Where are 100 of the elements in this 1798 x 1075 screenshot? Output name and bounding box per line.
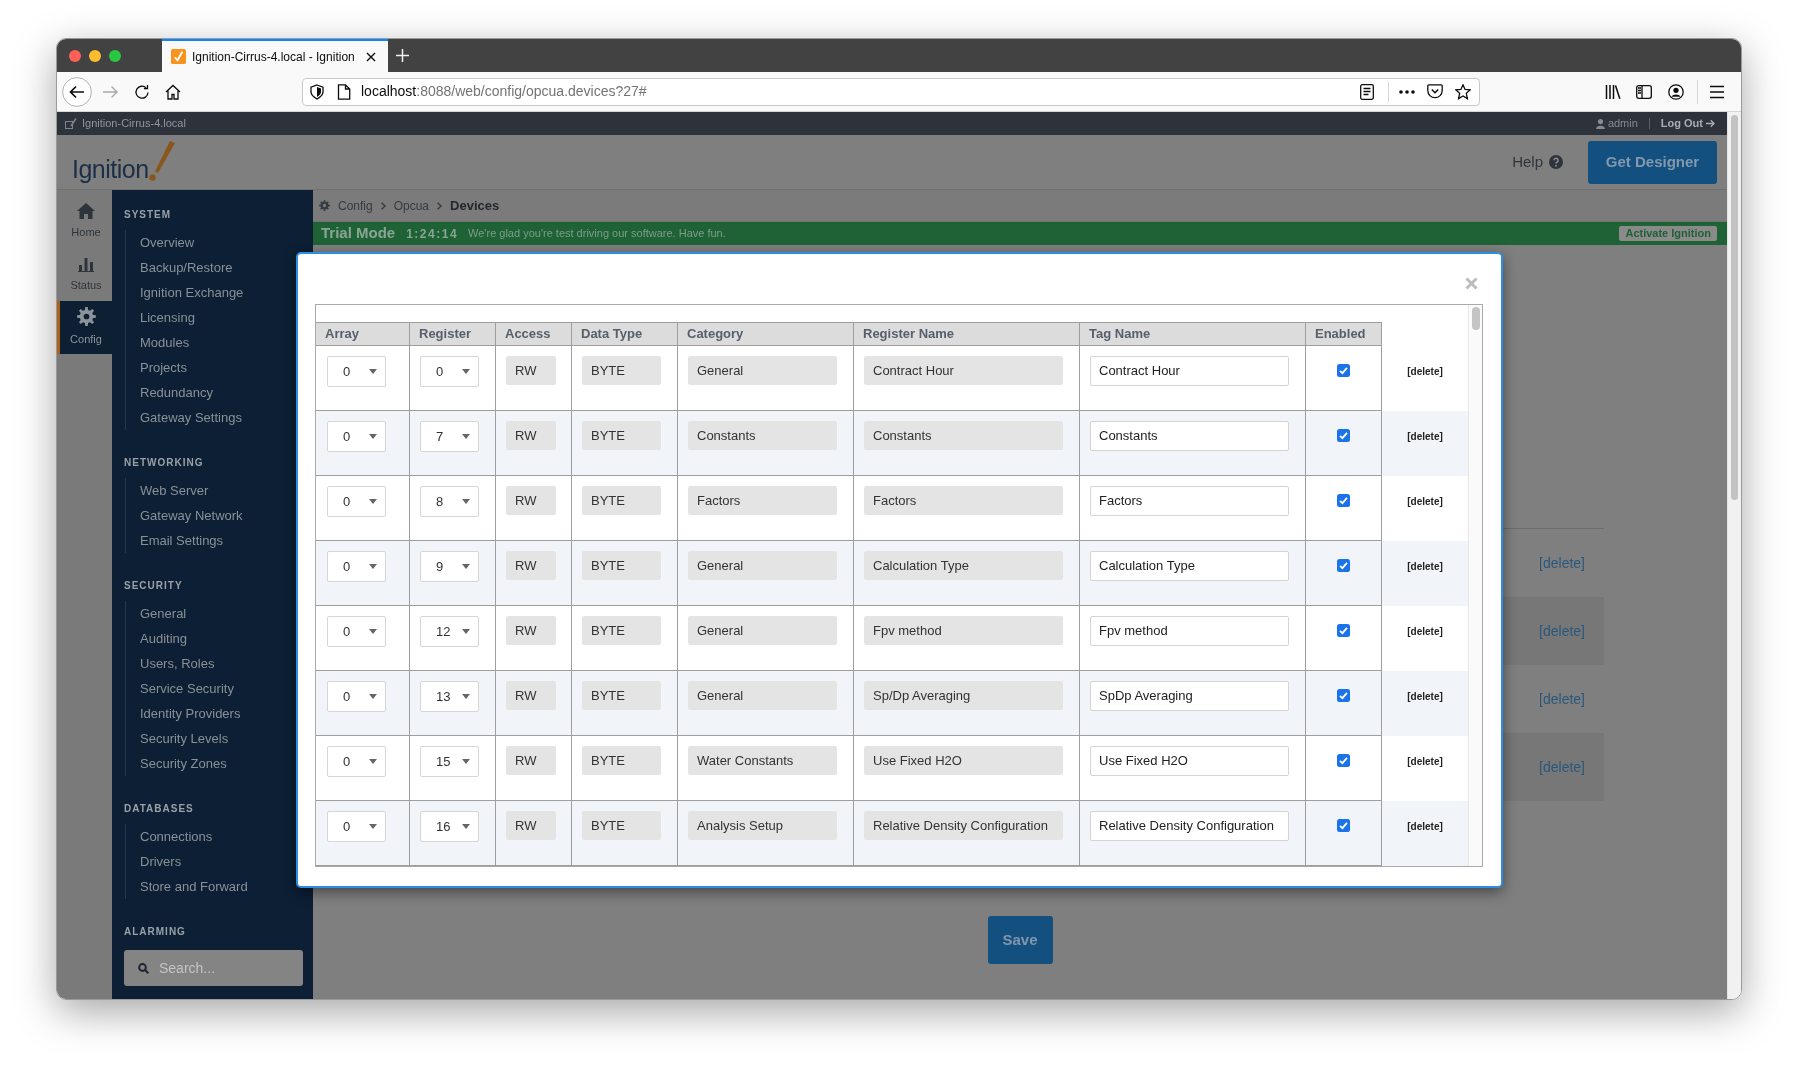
enabled-checkbox[interactable] (1337, 754, 1350, 767)
books-icon[interactable] (1605, 83, 1621, 100)
plus-icon[interactable] (396, 49, 409, 62)
category-field: Water Constants (688, 746, 837, 775)
data-type-field: BYTE (582, 746, 661, 775)
nav-rail-item[interactable]: Config (57, 301, 112, 354)
enabled-checkbox[interactable] (1337, 559, 1350, 572)
chevron-right-icon (437, 201, 443, 210)
url-field[interactable]: localhost:8088/web/config/opcua.devices?27# (302, 77, 1480, 106)
window-close-icon[interactable] (69, 49, 81, 62)
caret-icon (462, 564, 470, 569)
reload-icon[interactable] (134, 83, 150, 100)
star-icon[interactable] (1455, 83, 1471, 100)
caret-icon (462, 369, 470, 374)
enabled-checkbox[interactable] (1337, 494, 1350, 507)
register-name-field: Relative Density Configuration (864, 811, 1063, 840)
column-header: Data Type (572, 322, 678, 346)
array-select[interactable]: 0 (327, 486, 386, 517)
caret-icon (369, 759, 377, 764)
close-icon[interactable] (366, 51, 376, 62)
back-icon[interactable] (62, 76, 92, 107)
column-header: Access (496, 322, 572, 346)
tag-name-field[interactable]: Relative Density Configuration (1090, 811, 1289, 841)
delete-link[interactable]: [delete] (1407, 688, 1443, 704)
get-designer-button[interactable]: Get Designer (1588, 140, 1717, 184)
delete-link[interactable]: [delete] (1407, 818, 1443, 834)
home-icon[interactable] (165, 83, 181, 100)
save-button[interactable]: Save (987, 916, 1053, 964)
breadcrumb-item[interactable]: Devices (450, 195, 500, 216)
caret-icon (369, 564, 377, 569)
array-select[interactable]: 0 (327, 746, 386, 777)
breadcrumb-item[interactable]: Opcua (393, 196, 430, 215)
enabled-checkbox[interactable] (1337, 364, 1350, 377)
caret-icon (462, 759, 470, 764)
register-select[interactable]: 15 (420, 746, 479, 777)
breadcrumb-item[interactable]: Config (338, 196, 373, 215)
tag-name-field[interactable]: Use Fixed H2O (1090, 746, 1289, 776)
search-icon (138, 962, 149, 974)
window-minimize-icon[interactable] (89, 49, 101, 62)
reader-icon[interactable] (1360, 83, 1374, 100)
delete-link[interactable]: [delete] (1407, 363, 1443, 379)
menu-icon[interactable] (1709, 84, 1725, 99)
data-type-field: BYTE (582, 486, 661, 515)
enabled-checkbox[interactable] (1337, 819, 1350, 832)
tag-name-field[interactable]: Contract Hour (1090, 356, 1289, 386)
scrollbar-thumb[interactable] (1731, 115, 1738, 500)
logout-link[interactable]: Log Out (1660, 115, 1715, 132)
more-icon[interactable] (1399, 89, 1415, 94)
page-icon[interactable] (337, 83, 351, 100)
delete-link[interactable]: [delete] (1407, 558, 1443, 574)
caret-icon (462, 499, 470, 504)
scrollbar-thumb[interactable] (1471, 307, 1480, 330)
access-field: RW (506, 421, 556, 450)
nav-rail-item[interactable]: Home (57, 195, 112, 248)
access-field: RW (506, 811, 556, 840)
enabled-checkbox[interactable] (1337, 689, 1350, 702)
array-select[interactable]: 0 (327, 356, 386, 387)
help-link[interactable]: Help (1512, 150, 1563, 174)
array-select[interactable]: 0 (327, 681, 386, 712)
sidebar-section-title: SECURITY (124, 578, 184, 593)
arrow-right-icon (1706, 119, 1715, 128)
enabled-checkbox[interactable] (1337, 624, 1350, 637)
delete-link[interactable]: [delete] (1407, 623, 1443, 639)
window-maximize-icon[interactable] (109, 49, 121, 62)
tag-name-field[interactable]: Calculation Type (1090, 551, 1289, 581)
register-select[interactable]: 13 (420, 681, 479, 712)
register-select[interactable]: 16 (420, 811, 479, 842)
account-icon[interactable] (1668, 83, 1684, 100)
logo-text: Ignition (72, 153, 149, 184)
register-select[interactable]: 7 (420, 421, 479, 452)
sidebar-icon[interactable] (1636, 84, 1652, 99)
shield-icon[interactable] (309, 83, 325, 100)
array-select[interactable]: 0 (327, 421, 386, 452)
array-select[interactable]: 0 (327, 551, 386, 582)
data-type-field: BYTE (582, 421, 661, 450)
tag-name-field[interactable]: SpDp Averaging (1090, 681, 1289, 711)
register-select[interactable]: 12 (420, 616, 479, 647)
caret-icon (369, 434, 377, 439)
gear-icon (76, 307, 96, 327)
trial-timer: 1:24:14 (406, 225, 459, 243)
delete-link[interactable]: [delete] (1407, 428, 1443, 444)
tag-name-field[interactable]: Factors (1090, 486, 1289, 516)
register-select[interactable]: 8 (420, 486, 479, 517)
sidebar-item[interactable]: Overview (140, 230, 303, 255)
array-select[interactable]: 0 (327, 811, 386, 842)
user-icon (1595, 118, 1605, 129)
register-select[interactable]: 9 (420, 551, 479, 582)
register-select[interactable]: 0 (420, 356, 479, 387)
register-name-field: Contract Hour (864, 356, 1063, 385)
enabled-checkbox[interactable] (1337, 429, 1350, 442)
delete-link[interactable]: [delete] (1407, 753, 1443, 769)
delete-link[interactable]: [delete] (1407, 493, 1443, 509)
tag-name-field[interactable]: Constants (1090, 421, 1289, 451)
array-select[interactable]: 0 (327, 616, 386, 647)
chevron-shield-icon[interactable] (1427, 84, 1443, 99)
nav-rail-item[interactable]: Status (57, 248, 112, 301)
register-name-field: Use Fixed H2O (864, 746, 1063, 775)
tag-name-field[interactable]: Fpv method (1090, 616, 1289, 646)
caret-icon (462, 629, 470, 634)
browser-tab[interactable]: Ignition-Cirrus-4.local - Ignition (162, 39, 388, 72)
